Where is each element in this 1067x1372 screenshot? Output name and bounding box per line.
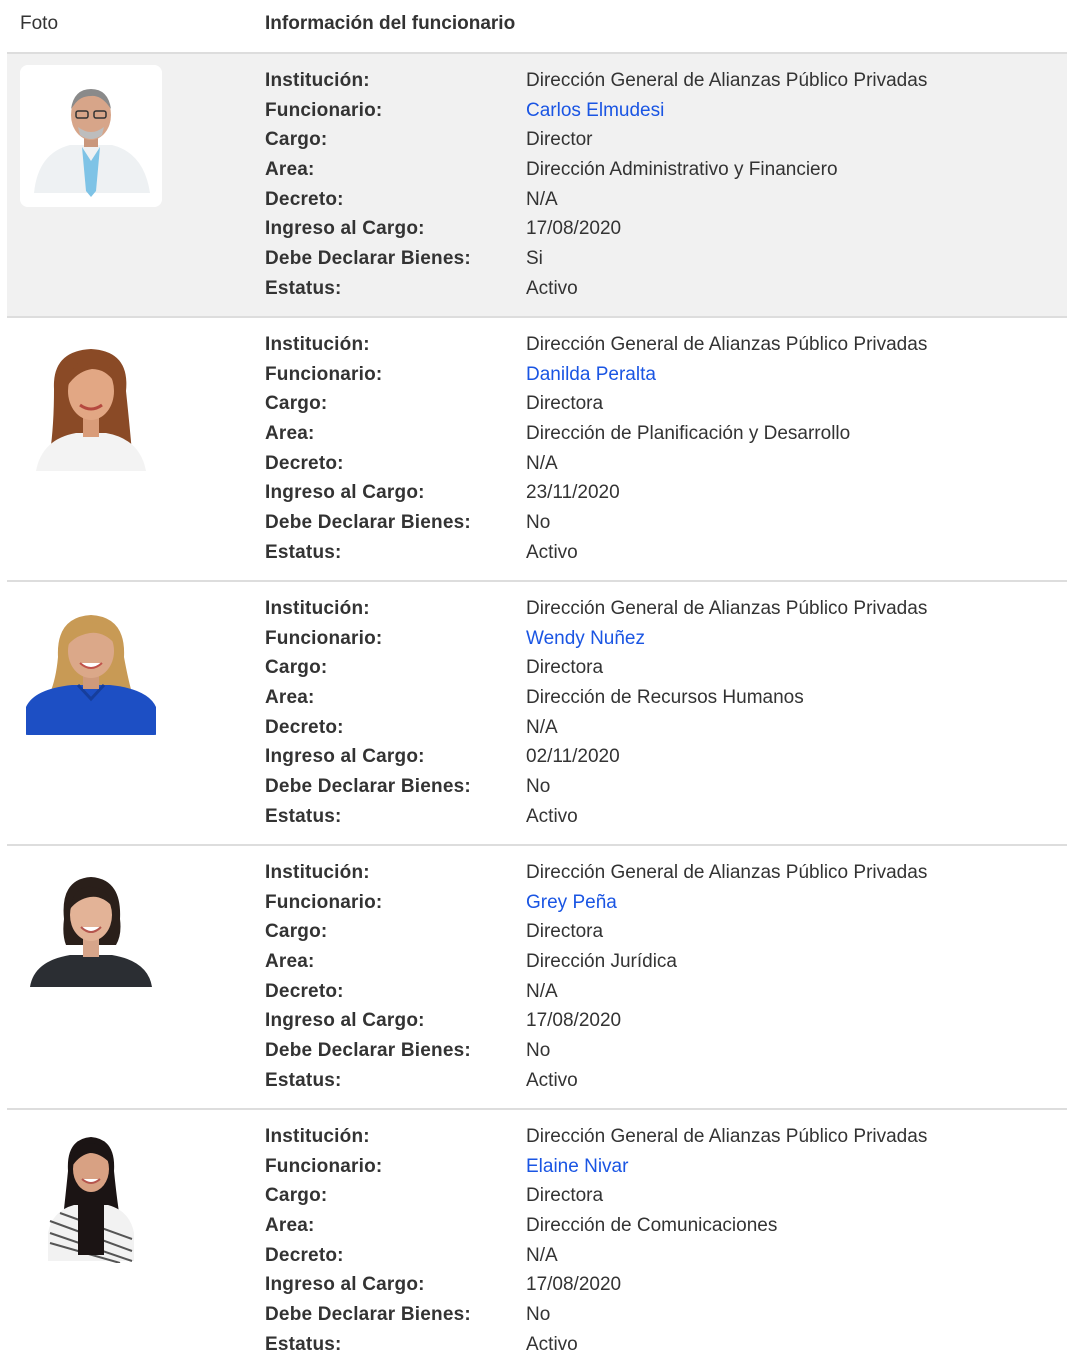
area-value: Dirección de Comunicaciones xyxy=(526,1215,778,1237)
official-name-link[interactable]: Carlos Elmudesi xyxy=(526,96,664,126)
status-value: Activo xyxy=(526,277,578,299)
decree-value: N/A xyxy=(526,452,558,474)
institution-label: Institución: xyxy=(265,862,370,883)
official-photo xyxy=(20,857,162,999)
institution-label: Institución: xyxy=(265,598,370,619)
official-label: Funcionario: xyxy=(265,627,383,649)
decree-label: Decreto: xyxy=(265,452,344,474)
declare-assets-label: Debe Declarar Bienes: xyxy=(265,776,471,798)
start-date-label: Ingreso al Cargo: xyxy=(265,218,425,240)
institution-value: Dirección General de Alianzas Público Pr… xyxy=(526,598,928,619)
area-value: Dirección de Planificación y Desarrollo xyxy=(526,423,851,445)
decree-label: Decreto: xyxy=(265,188,344,210)
status-label: Estatus: xyxy=(265,277,342,299)
official-label: Funcionario: xyxy=(265,1155,383,1177)
official-photo xyxy=(20,1121,162,1263)
decree-label: Decreto: xyxy=(265,980,344,1002)
position-value: Directora xyxy=(526,921,604,943)
declare-assets-label: Debe Declarar Bienes: xyxy=(265,248,471,270)
start-date-value: 17/08/2020 xyxy=(526,1010,622,1032)
declare-assets-value: No xyxy=(526,1040,551,1062)
institution-label: Institución: xyxy=(265,70,370,91)
decree-value: N/A xyxy=(526,716,558,738)
position-value: Director xyxy=(526,129,593,151)
institution-value: Dirección General de Alianzas Público Pr… xyxy=(526,1126,928,1147)
declare-assets-value: No xyxy=(526,1304,551,1326)
decree-label: Decreto: xyxy=(265,1244,344,1266)
position-label: Cargo: xyxy=(265,921,328,943)
declare-assets-label: Debe Declarar Bienes: xyxy=(265,1040,471,1062)
institution-label: Institución: xyxy=(265,334,370,355)
official-photo xyxy=(20,65,162,207)
start-date-label: Ingreso al Cargo: xyxy=(265,746,425,768)
area-label: Area: xyxy=(265,1215,315,1237)
start-date-value: 23/11/2020 xyxy=(526,482,620,504)
position-label: Cargo: xyxy=(265,657,328,679)
decree-value: N/A xyxy=(526,1244,558,1266)
position-value: Directora xyxy=(526,393,604,415)
official-name-link[interactable]: Danilda Peralta xyxy=(526,360,656,390)
table-row: Institución: Dirección General de Alianza… xyxy=(7,582,1067,846)
official-name-link[interactable]: Wendy Nuñez xyxy=(526,624,645,654)
start-date-label: Ingreso al Cargo: xyxy=(265,482,425,504)
status-label: Estatus: xyxy=(265,1069,342,1091)
start-date-value: 02/11/2020 xyxy=(526,746,620,768)
table-row: Institución: Dirección General de Alianza… xyxy=(7,846,1067,1110)
area-label: Area: xyxy=(265,159,315,181)
status-value: Activo xyxy=(526,805,578,827)
official-label: Funcionario: xyxy=(265,99,383,121)
photo-column-header: Foto xyxy=(20,13,59,34)
institution-value: Dirección General de Alianzas Público Pr… xyxy=(526,862,928,883)
position-value: Directora xyxy=(526,1185,604,1207)
table-row: Institución: Dirección General de Alianza… xyxy=(7,318,1067,582)
status-label: Estatus: xyxy=(265,1333,342,1355)
area-label: Area: xyxy=(265,951,315,973)
declare-assets-label: Debe Declarar Bienes: xyxy=(265,1304,471,1326)
start-date-value: 17/08/2020 xyxy=(526,218,622,240)
official-label: Funcionario: xyxy=(265,363,383,385)
declare-assets-value: No xyxy=(526,776,551,798)
status-value: Activo xyxy=(526,541,578,563)
status-label: Estatus: xyxy=(265,541,342,563)
area-value: Dirección Administrativo y Financiero xyxy=(526,159,838,181)
table-header: Foto Información del funcionario xyxy=(7,0,1067,54)
start-date-label: Ingreso al Cargo: xyxy=(265,1010,425,1032)
status-value: Activo xyxy=(526,1069,578,1091)
start-date-label: Ingreso al Cargo: xyxy=(265,1274,425,1296)
official-photo xyxy=(20,329,162,471)
institution-value: Dirección General de Alianzas Público Pr… xyxy=(526,70,928,91)
institution-value: Dirección General de Alianzas Público Pr… xyxy=(526,334,928,355)
position-value: Directora xyxy=(526,657,604,679)
table-row: Institución: Dirección General de Alianza… xyxy=(7,1110,1067,1372)
declare-assets-label: Debe Declarar Bienes: xyxy=(265,512,471,534)
table-row: Institución: Dirección General de Alianza… xyxy=(7,54,1067,318)
decree-value: N/A xyxy=(526,188,558,210)
official-photo xyxy=(20,593,162,735)
area-label: Area: xyxy=(265,423,315,445)
decree-label: Decreto: xyxy=(265,716,344,738)
area-value: Dirección Jurídica xyxy=(526,951,677,973)
position-label: Cargo: xyxy=(265,1185,328,1207)
status-value: Activo xyxy=(526,1333,578,1355)
official-name-link[interactable]: Grey Peña xyxy=(526,888,617,918)
area-label: Area: xyxy=(265,687,315,709)
decree-value: N/A xyxy=(526,980,558,1002)
area-value: Dirección de Recursos Humanos xyxy=(526,687,804,709)
status-label: Estatus: xyxy=(265,805,342,827)
position-label: Cargo: xyxy=(265,393,328,415)
officials-table: Foto Información del funcionario Institu… xyxy=(7,0,1067,1372)
declare-assets-value: Si xyxy=(526,248,543,270)
position-label: Cargo: xyxy=(265,129,328,151)
official-name-link[interactable]: Elaine Nivar xyxy=(526,1152,628,1182)
institution-label: Institución: xyxy=(265,1126,370,1147)
start-date-value: 17/08/2020 xyxy=(526,1274,622,1296)
declare-assets-value: No xyxy=(526,512,551,534)
info-column-header: Información del funcionario xyxy=(265,13,516,34)
official-label: Funcionario: xyxy=(265,891,383,913)
